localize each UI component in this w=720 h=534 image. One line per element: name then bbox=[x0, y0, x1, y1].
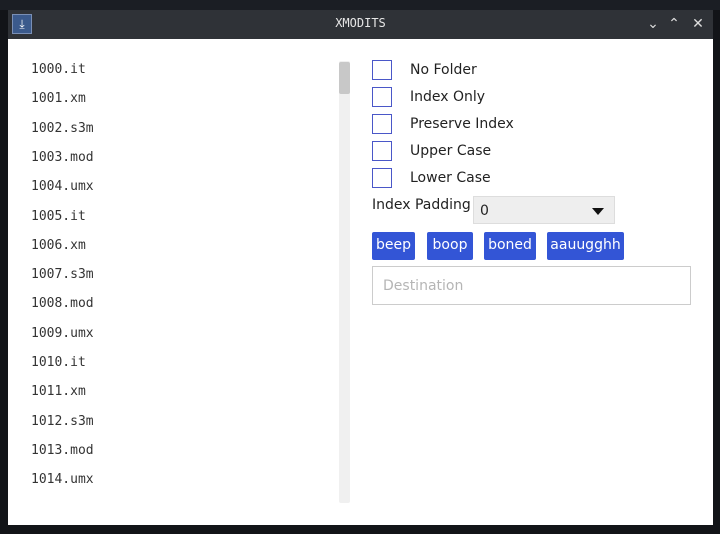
file-list-item[interactable]: 1011.xm bbox=[31, 384, 86, 399]
aauugghh-button[interactable]: aauugghh bbox=[547, 232, 624, 260]
window-title: XMODITS bbox=[335, 16, 386, 30]
checkbox[interactable] bbox=[372, 168, 392, 188]
checkbox-label: No Folder bbox=[410, 62, 477, 78]
close-button[interactable]: ✕ bbox=[689, 14, 707, 34]
boop-button[interactable]: boop bbox=[427, 232, 473, 260]
chevron-down-icon: ⌄ bbox=[647, 16, 659, 32]
index-padding-value: 0 bbox=[480, 203, 489, 219]
index-padding-select[interactable]: 0 bbox=[473, 196, 615, 224]
dropdown-arrow-icon bbox=[592, 208, 604, 215]
file-list-item[interactable]: 1013.mod bbox=[31, 443, 94, 458]
scrollbar-thumb[interactable] bbox=[339, 62, 350, 94]
file-list-item[interactable]: 1000.it bbox=[31, 62, 86, 77]
file-list-item[interactable]: 1014.umx bbox=[31, 472, 94, 487]
checkbox[interactable] bbox=[372, 87, 392, 107]
maximize-button[interactable]: ⌃ bbox=[665, 14, 683, 34]
title-bar[interactable]: ⤓ XMODITS ⌄ ⌃ ✕ bbox=[8, 10, 713, 39]
app-window: ⤓ XMODITS ⌄ ⌃ ✕ 1000.it 1001.xm 1002.s3m 10… bbox=[8, 10, 713, 525]
close-icon: ✕ bbox=[692, 16, 704, 32]
beep-button[interactable]: beep bbox=[372, 232, 415, 260]
checkbox-label: Index Only bbox=[410, 89, 486, 105]
file-list-item[interactable]: 1012.s3m bbox=[31, 414, 94, 429]
desktop-background bbox=[0, 0, 720, 10]
file-list-item[interactable]: 1003.mod bbox=[31, 150, 94, 165]
checkbox[interactable] bbox=[372, 141, 392, 161]
checkbox-label: Preserve Index bbox=[410, 116, 514, 132]
checkbox-label: Lower Case bbox=[410, 170, 491, 186]
file-list-item[interactable]: 1007.s3m bbox=[31, 267, 94, 282]
index-padding-label: Index Padding bbox=[372, 197, 471, 213]
file-list-item[interactable]: 1005.it bbox=[31, 209, 86, 224]
checkbox-label: Upper Case bbox=[410, 143, 492, 159]
file-list-item[interactable]: 1010.it bbox=[31, 355, 86, 370]
file-list[interactable]: 1000.it 1001.xm 1002.s3m 1003.mod 1004.umx 10… bbox=[8, 39, 338, 503]
destination-input[interactable] bbox=[372, 266, 691, 305]
file-list-item[interactable]: 1006.xm bbox=[31, 238, 86, 253]
file-list-item[interactable]: 1002.s3m bbox=[31, 121, 94, 136]
minimize-button[interactable]: ⌄ bbox=[644, 14, 662, 34]
checkbox[interactable] bbox=[372, 114, 392, 134]
scrollbar[interactable] bbox=[339, 61, 350, 503]
boned-button[interactable]: boned bbox=[484, 232, 536, 260]
chevron-up-icon: ⌃ bbox=[668, 16, 680, 32]
file-list-item[interactable]: 1004.umx bbox=[31, 179, 94, 194]
file-list-item[interactable]: 1008.mod bbox=[31, 296, 94, 311]
checkbox[interactable] bbox=[372, 60, 392, 80]
file-list-item[interactable]: 1009.umx bbox=[31, 326, 94, 341]
file-list-item[interactable]: 1001.xm bbox=[31, 91, 86, 106]
